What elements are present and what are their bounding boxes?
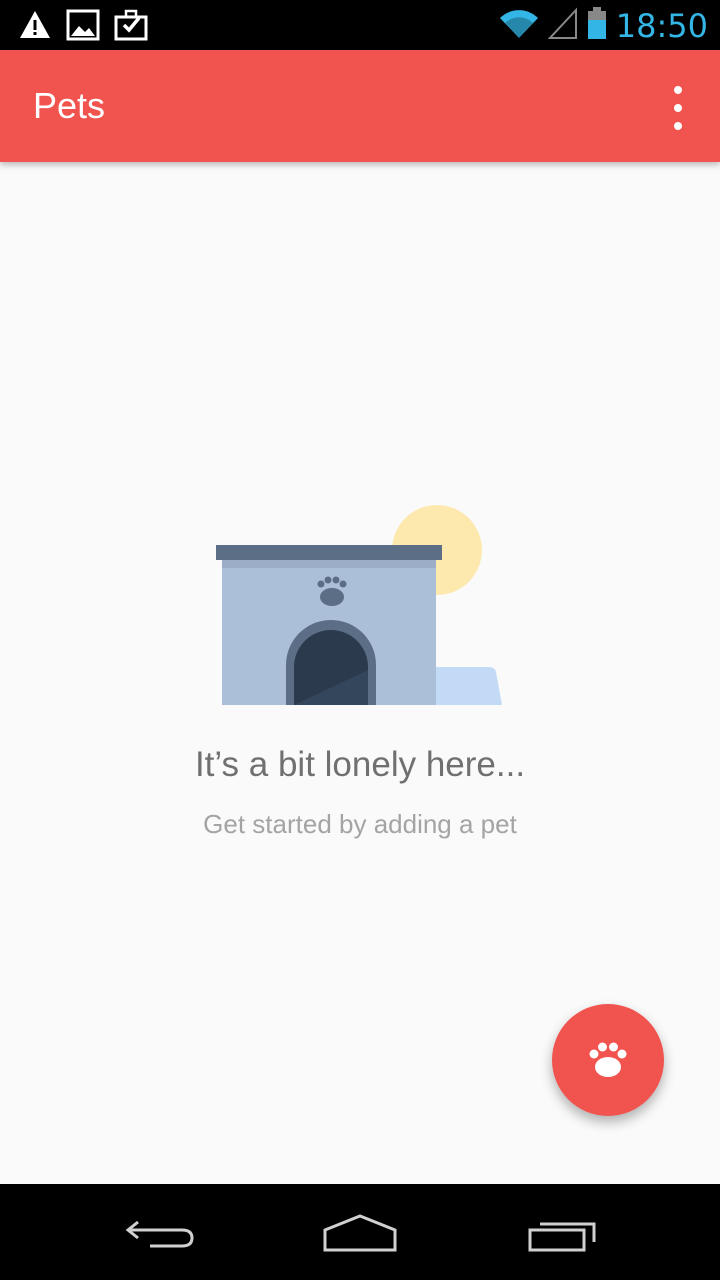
- app-bar: Pets: [0, 50, 720, 162]
- signal-icon: [547, 6, 578, 45]
- status-bar: 18:50: [0, 0, 720, 50]
- overflow-menu-icon[interactable]: [658, 86, 698, 130]
- doghouse-icon: [200, 500, 520, 710]
- app-title: Pets: [33, 85, 106, 126]
- empty-state-subtitle: Get started by adding a pet: [203, 809, 517, 839]
- paw-icon: [589, 1042, 627, 1077]
- briefcase-check-icon: [114, 8, 148, 42]
- navigation-bar: [0, 1184, 720, 1280]
- warning-icon: [18, 8, 52, 42]
- empty-state-title: It’s a bit lonely here...: [194, 745, 526, 784]
- image-icon: [66, 8, 100, 42]
- wifi-icon: [498, 6, 540, 45]
- back-icon[interactable]: [110, 1204, 210, 1260]
- add-pet-button[interactable]: [552, 1004, 664, 1116]
- home-icon[interactable]: [310, 1204, 410, 1260]
- clock: 18:50: [615, 6, 708, 45]
- battery-icon: [586, 6, 608, 45]
- recents-icon[interactable]: [512, 1204, 612, 1260]
